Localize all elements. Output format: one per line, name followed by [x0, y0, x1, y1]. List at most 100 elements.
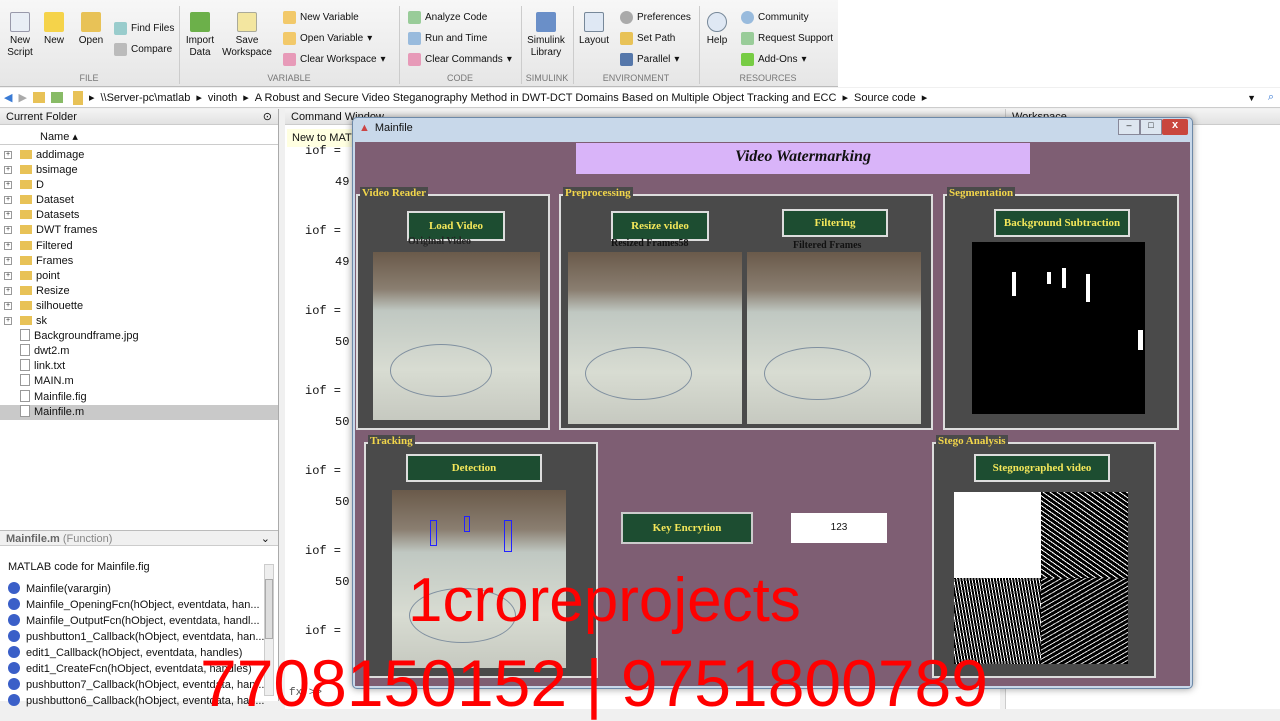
expand-icon[interactable]: +: [4, 301, 12, 310]
search-icon[interactable]: ⌕: [1268, 91, 1274, 104]
expand-icon[interactable]: +: [4, 166, 12, 175]
name-column-header[interactable]: Name ▴: [0, 129, 278, 145]
layout-button[interactable]: Layout: [578, 12, 610, 47]
file-list-item[interactable]: link.txt: [0, 359, 278, 374]
group-code: CODE: [446, 73, 473, 83]
path-segment[interactable]: \\Server-pc\matlab: [100, 92, 190, 104]
file-list-item[interactable]: + Datasets: [0, 208, 278, 223]
key-input[interactable]: 123: [791, 513, 887, 543]
background-subtraction-button[interactable]: Background Subtraction: [994, 209, 1130, 237]
open-button[interactable]: Open: [76, 12, 106, 47]
key-encryption-button[interactable]: Key Encrytion: [621, 512, 753, 544]
stego-analysis-panel: Stego Analysis Stegnographed video: [932, 435, 1156, 678]
support-icon: [741, 32, 754, 45]
import-icon: [190, 12, 210, 32]
file-list-item[interactable]: + addimage: [0, 148, 278, 163]
find-files-button[interactable]: Find Files: [114, 22, 174, 35]
maximize-button[interactable]: □: [1140, 119, 1162, 135]
compare-icon: [114, 43, 127, 56]
function-list-item[interactable]: Mainfile_OpeningFcn(hObject, eventdata, …: [0, 597, 264, 613]
folder-icon: [20, 180, 32, 190]
group-simulink: SIMULINK: [525, 73, 569, 83]
file-list-item[interactable]: Mainfile.m: [0, 404, 278, 420]
file-list-item[interactable]: + DWT frames: [0, 223, 278, 238]
expand-icon[interactable]: +: [4, 286, 12, 295]
plus-icon: [44, 12, 64, 32]
up-folder-icon[interactable]: [32, 92, 45, 103]
help-button[interactable]: Help: [704, 12, 730, 47]
file-list-item[interactable]: + Filtered: [0, 239, 278, 254]
folder-icon: [20, 316, 32, 326]
expand-icon[interactable]: +: [4, 226, 12, 235]
file-list-item[interactable]: + bsimage: [0, 163, 278, 178]
tracking-panel: Tracking Detection: [364, 435, 598, 678]
file-list-item[interactable]: + silhouette: [0, 299, 278, 314]
detection-button[interactable]: Detection: [406, 454, 542, 482]
file-list-item[interactable]: + Dataset: [0, 193, 278, 208]
save-workspace-button[interactable]: Save Workspace: [220, 12, 274, 59]
expand-icon[interactable]: +: [4, 151, 12, 159]
function-list-item[interactable]: Mainfile(varargin): [0, 581, 264, 597]
panel-menu-icon[interactable]: ⊙: [263, 109, 272, 125]
function-icon: [8, 646, 20, 658]
forward-icon[interactable]: ▶: [18, 91, 26, 104]
add-ons-button[interactable]: Add-Ons ▾: [741, 53, 807, 66]
path-segment[interactable]: vinoth: [208, 92, 237, 104]
expand-icon[interactable]: +: [4, 181, 12, 190]
import-data-button[interactable]: Import Data: [184, 12, 216, 59]
preferences-button[interactable]: Preferences: [620, 11, 691, 24]
community-button[interactable]: Community: [741, 11, 809, 24]
file-list-item[interactable]: MAIN.m: [0, 374, 278, 389]
file-list-item[interactable]: dwt2.m: [0, 344, 278, 359]
set-path-button[interactable]: Set Path: [620, 32, 675, 45]
new-variable-button[interactable]: New Variable: [283, 11, 359, 24]
file-list-item[interactable]: + point: [0, 269, 278, 284]
stegnographed-video-button[interactable]: Stegnographed video: [974, 454, 1110, 482]
file-list-item[interactable]: + D: [0, 178, 278, 193]
expand-icon[interactable]: +: [4, 211, 12, 220]
request-support-button[interactable]: Request Support: [741, 32, 833, 45]
folder-icon: [20, 150, 32, 159]
open-variable-button[interactable]: Open Variable ▾: [283, 32, 372, 45]
clear-commands-button[interactable]: Clear Commands ▾: [408, 53, 512, 66]
matlab-icon: ▲: [359, 122, 370, 134]
address-bar[interactable]: ◀ ▶ ▸ \\Server-pc\matlab ▸ vinoth ▸ A Robus…: [0, 88, 1280, 108]
expand-icon[interactable]: +: [4, 196, 12, 205]
file-list-item[interactable]: Backgroundframe.jpg: [0, 329, 278, 344]
analyze-icon: [408, 11, 421, 24]
expand-icon[interactable]: +: [4, 241, 12, 250]
function-list-item[interactable]: Mainfile_OutputFcn(hObject, eventdata, h…: [0, 613, 264, 629]
expand-icon[interactable]: +: [4, 271, 12, 280]
path-segment[interactable]: Source code: [854, 92, 916, 104]
toolstrip: New Script New Open Find Files Compare F…: [0, 0, 1280, 87]
path-dropdown-icon[interactable]: ▼: [1247, 93, 1256, 103]
current-folder-panel: Current Folder ⊙ Name ▴ + addimage + bsimage…: [0, 109, 279, 707]
compare-button[interactable]: Compare: [114, 43, 172, 56]
minimize-button[interactable]: –: [1118, 119, 1140, 135]
new-button[interactable]: New: [40, 12, 68, 47]
filtering-button[interactable]: Filtering: [782, 209, 888, 237]
file-list-item[interactable]: Mainfile.fig: [0, 389, 278, 405]
file-list-item[interactable]: + Resize: [0, 284, 278, 299]
file-list-item[interactable]: + Frames: [0, 254, 278, 269]
analyze-code-button[interactable]: Analyze Code: [408, 11, 487, 24]
figure-heading: Video Watermarking: [576, 143, 1030, 174]
run-and-time-button[interactable]: Run and Time: [408, 32, 487, 45]
expand-icon[interactable]: +: [4, 317, 12, 326]
close-button[interactable]: x: [1162, 119, 1188, 135]
command-output-line: iof =: [305, 624, 342, 638]
details-header[interactable]: Mainfile.m (Function) ⌄: [0, 530, 278, 546]
file-list-item[interactable]: + sk: [0, 314, 278, 329]
path-segment[interactable]: A Robust and Secure Video Steganography …: [255, 92, 837, 104]
expand-icon[interactable]: +: [4, 256, 12, 265]
function-list-item[interactable]: pushbutton1_Callback(hObject, eventdata,…: [0, 629, 265, 645]
new-script-button[interactable]: New Script: [4, 12, 36, 59]
browse-icon[interactable]: [50, 92, 63, 103]
resize-video-button[interactable]: Resize video: [611, 211, 709, 241]
back-icon[interactable]: ◀: [4, 91, 12, 104]
chevron-down-icon[interactable]: ⌄: [261, 531, 270, 547]
simulink-library-button[interactable]: Simulink Library: [526, 12, 566, 59]
gear-icon: [620, 11, 633, 24]
parallel-button[interactable]: Parallel ▾: [620, 53, 679, 66]
clear-workspace-button[interactable]: Clear Workspace ▾: [283, 53, 386, 66]
